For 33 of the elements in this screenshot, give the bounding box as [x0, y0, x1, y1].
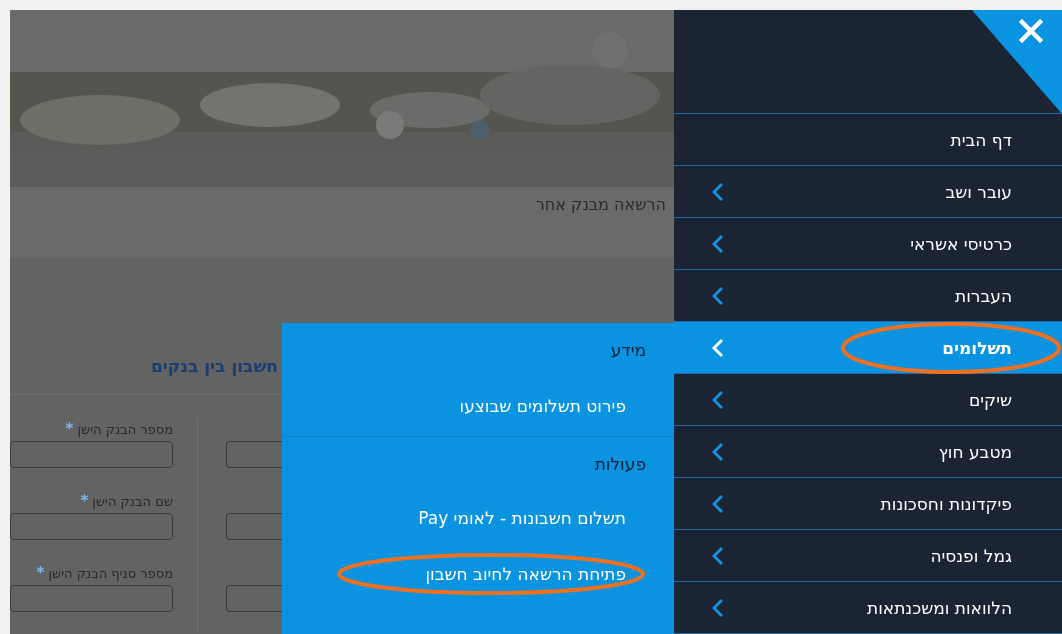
menu-item[interactable]: מטבע חוץ	[674, 426, 1062, 478]
menu-item[interactable]: פיקדונות וחסכונות	[674, 478, 1062, 530]
chevron-icon	[712, 233, 724, 254]
field-label: מספר סניף הבנק הישן	[48, 565, 173, 581]
chevron-icon	[712, 285, 724, 306]
chevron-icon	[712, 597, 724, 618]
menu-item[interactable]: שיקים	[674, 374, 1062, 426]
chevron-icon	[712, 181, 724, 202]
submenu-heading: מידע	[610, 339, 646, 360]
input-field[interactable]	[10, 513, 173, 540]
chevron-icon	[712, 545, 724, 566]
submenu-heading: פעולות	[594, 453, 646, 474]
chevron-icon	[712, 441, 724, 462]
input-field[interactable]	[226, 513, 282, 540]
menu-item[interactable]: עובר ושב	[674, 166, 1062, 218]
menu-item[interactable]: כרטיסי אשראי	[674, 218, 1062, 270]
chevron-icon	[712, 337, 724, 358]
input-field[interactable]	[226, 441, 282, 468]
menu-item[interactable]: הלוואות ומשכנתאות	[674, 582, 1062, 634]
input-field[interactable]	[226, 585, 282, 612]
required-mark: *	[80, 492, 89, 510]
chevron-icon	[712, 493, 724, 514]
input-field[interactable]	[10, 441, 173, 468]
field-label: מספר הבנק הישן	[77, 421, 173, 437]
chevron-icon	[712, 389, 724, 410]
required-mark: *	[65, 420, 74, 438]
required-mark: *	[36, 564, 45, 582]
section-title: חשבון בין בנקים	[150, 356, 278, 378]
menu-item[interactable]: דף הבית	[674, 114, 1062, 166]
menu-item[interactable]: גמל ופנסיה	[674, 530, 1062, 582]
input-field[interactable]	[10, 585, 173, 612]
close-icon[interactable]	[972, 10, 1062, 114]
field-label: שם הבנק הישן	[92, 493, 173, 509]
